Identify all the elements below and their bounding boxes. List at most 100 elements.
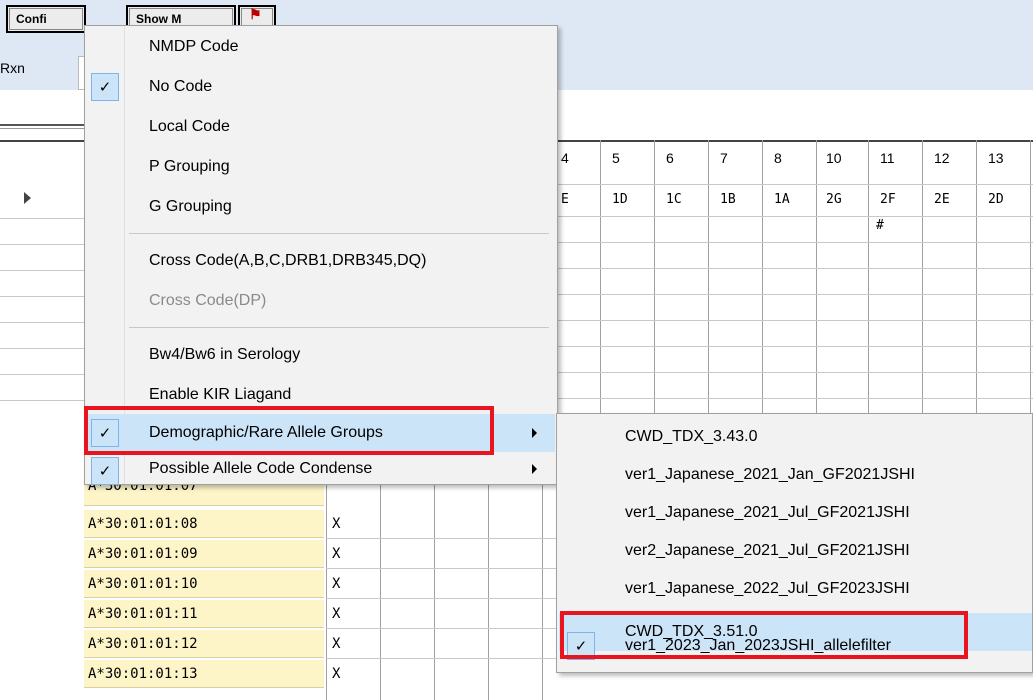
submenu-item-label: ver2_Japanese_2021_Jul_GF2021JSHI <box>625 542 910 559</box>
code-cell: 1B <box>720 192 736 207</box>
menu-item-demographic-rare-allele-groups[interactable]: ✓ Demographic/Rare Allele Groups <box>87 414 555 452</box>
menu-item-label: Demographic/Rare Allele Groups <box>149 424 383 441</box>
mark-cell: X <box>332 606 341 622</box>
rxn-label: Rxn <box>0 60 25 76</box>
check-icon: ✓ <box>91 419 119 447</box>
grid-line <box>0 322 84 323</box>
submenu-item-ver1-japanese-2022-jul[interactable]: ver1_Japanese_2022_Jul_GF2023JSHI <box>559 570 1032 608</box>
menu-item-label: Bw4/Bw6 in Serology <box>149 346 301 363</box>
grid-line <box>0 374 84 375</box>
grid-line <box>326 538 556 539</box>
grid-line <box>326 484 327 700</box>
grid-line <box>558 346 1033 347</box>
column-header[interactable]: 7 <box>720 150 728 166</box>
grid-line <box>558 320 1033 321</box>
column-header[interactable]: 13 <box>988 150 1004 166</box>
check-icon: ✓ <box>91 73 119 101</box>
column-header[interactable]: 4 <box>561 150 569 166</box>
column-header[interactable]: 5 <box>612 150 620 166</box>
menu-separator <box>129 327 549 328</box>
grid-line <box>558 184 1033 185</box>
grid-line <box>0 218 84 219</box>
menu-item-label: NMDP Code <box>149 38 239 55</box>
grid-line <box>326 568 556 569</box>
submenu-item-ver1-japanese-2021-jan[interactable]: ver1_Japanese_2021_Jan_GF2021JSHI <box>559 456 1032 494</box>
grid-line <box>326 658 556 659</box>
menu-item-local-code[interactable]: Local Code <box>87 108 555 146</box>
menu-item-bw4-bw6[interactable]: Bw4/Bw6 in Serology <box>87 336 555 374</box>
menu-item-no-code[interactable]: ✓ No Code <box>87 68 555 106</box>
submenu-item-ver2-japanese-2021-jul[interactable]: ver2_Japanese_2021_Jul_GF2021JSHI <box>559 532 1032 570</box>
menu-item-label: P Grouping <box>149 158 230 175</box>
row-indicator-icon <box>24 192 31 204</box>
allele-cell[interactable]: A*30:01:01:13 <box>84 660 324 688</box>
submenu-item-ver1-2023-jan-allelefilter[interactable]: ✓ ver1_2023_Jan_2023JSHI_allelefilter <box>559 631 1032 669</box>
flag-icon: ⚑ <box>249 6 262 22</box>
menu-item-label: Possible Allele Code Condense <box>149 460 373 477</box>
allele-cell[interactable]: A*30:01:01:11 <box>84 600 324 628</box>
code-cell: 2F <box>880 192 896 207</box>
mark-cell: X <box>332 546 341 562</box>
menu-item-p-grouping[interactable]: P Grouping <box>87 148 555 186</box>
column-header[interactable]: 6 <box>666 150 674 166</box>
grid-line <box>0 296 84 297</box>
grid-line <box>542 484 543 700</box>
mark-cell: X <box>332 666 341 682</box>
menu-item-label: Cross Code(DP) <box>149 292 267 309</box>
menu-item-possible-allele-code-condense[interactable]: ✓ Possible Allele Code Condense <box>87 452 555 490</box>
column-header[interactable]: 12 <box>934 150 950 166</box>
grid-line <box>488 484 489 700</box>
submenu-item-cwd-tdx-3-43-0[interactable]: CWD_TDX_3.43.0 <box>559 418 1032 456</box>
code-cell: E <box>561 192 569 207</box>
submenu-item-label: ver1_2023_Jan_2023JSHI_allelefilter <box>625 637 891 654</box>
submenu-item-label: ver1_Japanese_2021_Jan_GF2021JSHI <box>625 466 915 483</box>
code-cell: 2G <box>826 192 842 207</box>
grid-line <box>0 348 84 349</box>
column-header[interactable]: 10 <box>826 150 842 166</box>
column-header[interactable]: 11 <box>880 150 895 166</box>
code-cell: 1A <box>774 192 790 207</box>
grid-line <box>558 216 1033 217</box>
grid-line <box>380 484 381 700</box>
check-icon: ✓ <box>567 632 595 660</box>
submenu-arrow-icon <box>532 464 537 474</box>
context-menu: NMDP Code ✓ No Code Local Code P Groupin… <box>84 25 558 485</box>
code-cell: 1D <box>612 192 628 207</box>
grid-line <box>0 244 84 245</box>
grid-line <box>558 294 1033 295</box>
grid-line <box>558 242 1033 243</box>
config-button[interactable]: Confi <box>6 5 86 33</box>
menu-item-label: Cross Code(A,B,C,DRB1,DRB345,DQ) <box>149 252 427 269</box>
grid-line <box>558 268 1033 269</box>
menu-item-label: G Grouping <box>149 198 232 215</box>
grid-line <box>558 398 1033 399</box>
menu-item-enable-kir[interactable]: Enable KIR Liagand <box>87 376 555 414</box>
mark-cell: X <box>332 576 341 592</box>
menu-separator <box>129 233 549 234</box>
allele-cell[interactable]: A*30:01:01:08 <box>84 510 324 538</box>
code-cell: 2E <box>934 192 950 207</box>
submenu-item-ver1-japanese-2021-jul[interactable]: ver1_Japanese_2021_Jul_GF2021JSHI <box>559 494 1032 532</box>
code-cell: 2D <box>988 192 1004 207</box>
grid-line <box>326 598 556 599</box>
menu-item-label: Enable KIR Liagand <box>149 386 292 403</box>
allele-cell[interactable]: A*30:01:01:10 <box>84 570 324 598</box>
grid-line <box>0 400 84 401</box>
grid-line <box>326 628 556 629</box>
menu-item-nmdp-code[interactable]: NMDP Code <box>87 28 555 66</box>
allele-cell[interactable]: A*30:01:01:09 <box>84 540 324 568</box>
submenu-item-label: ver1_Japanese_2021_Jul_GF2021JSHI <box>625 504 910 521</box>
grid-line <box>434 484 435 700</box>
column-header[interactable]: 8 <box>774 150 782 166</box>
submenu-item-label: CWD_TDX_3.43.0 <box>625 428 758 445</box>
menu-item-g-grouping[interactable]: G Grouping <box>87 188 555 226</box>
menu-item-label: No Code <box>149 78 213 95</box>
submenu-arrow-icon <box>532 428 537 438</box>
allele-groups-submenu: CWD_TDX_3.43.0 ver1_Japanese_2021_Jan_GF… <box>556 413 1033 673</box>
allele-cell[interactable]: A*30:01:01:12 <box>84 630 324 658</box>
code-cell: 1C <box>666 192 682 207</box>
submenu-item-label: ver1_Japanese_2022_Jul_GF2023JSHI <box>625 580 910 597</box>
menu-item-cross-code[interactable]: Cross Code(A,B,C,DRB1,DRB345,DQ) <box>87 242 555 280</box>
mark-cell: X <box>332 516 341 532</box>
mark-cell: X <box>332 636 341 652</box>
